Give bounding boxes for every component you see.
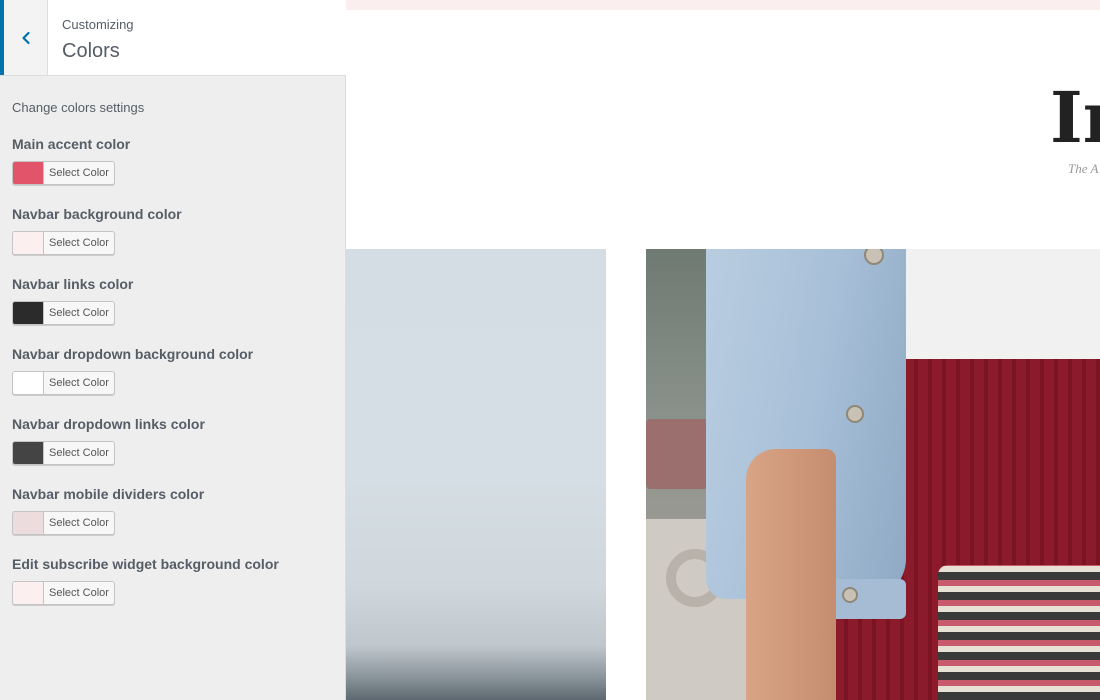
section-description: Change colors settings (12, 100, 145, 115)
control-main-accent-color: Main accent color Select Color (12, 135, 332, 185)
post-image-fashion[interactable] (646, 249, 1100, 700)
color-swatch (13, 232, 44, 254)
site-logo[interactable]: In (1050, 76, 1100, 160)
control-navbar-dropdown-background-color: Navbar dropdown background color Select … (12, 345, 332, 395)
select-color-label: Select Color (49, 517, 109, 529)
select-color-button[interactable]: Select Color (12, 161, 115, 185)
select-color-label: Select Color (49, 447, 109, 459)
section-title: Colors (62, 40, 120, 62)
customizer-section-header: Customizing Colors (0, 0, 346, 76)
color-swatch (13, 372, 44, 394)
site-navbar[interactable] (346, 0, 1100, 10)
site-tagline: The A (1068, 161, 1099, 176)
select-color-label: Select Color (49, 377, 109, 389)
color-swatch (13, 162, 44, 184)
chevron-left-icon (21, 31, 30, 44)
control-navbar-dropdown-links-color: Navbar dropdown links color Select Color (12, 415, 332, 465)
control-label: Navbar dropdown background color (12, 346, 254, 362)
site-preview: In The A (346, 0, 1100, 700)
select-color-label: Select Color (49, 587, 109, 599)
color-swatch (13, 582, 44, 604)
select-color-button[interactable]: Select Color (12, 581, 115, 605)
control-navbar-background-color: Navbar background color Select Color (12, 205, 332, 255)
back-button[interactable] (0, 0, 48, 75)
control-subscribe-widget-background-color: Edit subscribe widget background color S… (12, 555, 332, 605)
control-label: Edit subscribe widget background color (12, 556, 279, 572)
control-navbar-links-color: Navbar links color Select Color (12, 275, 332, 325)
color-swatch (13, 302, 44, 324)
control-label: Navbar links color (12, 276, 134, 292)
control-label: Navbar dropdown links color (12, 416, 205, 432)
select-color-label: Select Color (49, 307, 109, 319)
control-navbar-mobile-dividers-color: Navbar mobile dividers color Select Colo… (12, 485, 332, 535)
select-color-button[interactable]: Select Color (12, 231, 115, 255)
breadcrumb: Customizing (62, 17, 134, 32)
customizer-sidebar: Customizing Colors Change colors setting… (0, 0, 346, 700)
select-color-button[interactable]: Select Color (12, 301, 115, 325)
control-label: Navbar mobile dividers color (12, 486, 205, 502)
color-swatch (13, 442, 44, 464)
select-color-button[interactable]: Select Color (12, 441, 115, 465)
select-color-label: Select Color (49, 167, 109, 179)
post-image-sky[interactable] (346, 249, 606, 700)
color-swatch (13, 512, 44, 534)
select-color-button[interactable]: Select Color (12, 511, 115, 535)
select-color-label: Select Color (49, 237, 109, 249)
control-label: Navbar background color (12, 206, 182, 222)
select-color-button[interactable]: Select Color (12, 371, 115, 395)
control-label: Main accent color (12, 136, 131, 152)
